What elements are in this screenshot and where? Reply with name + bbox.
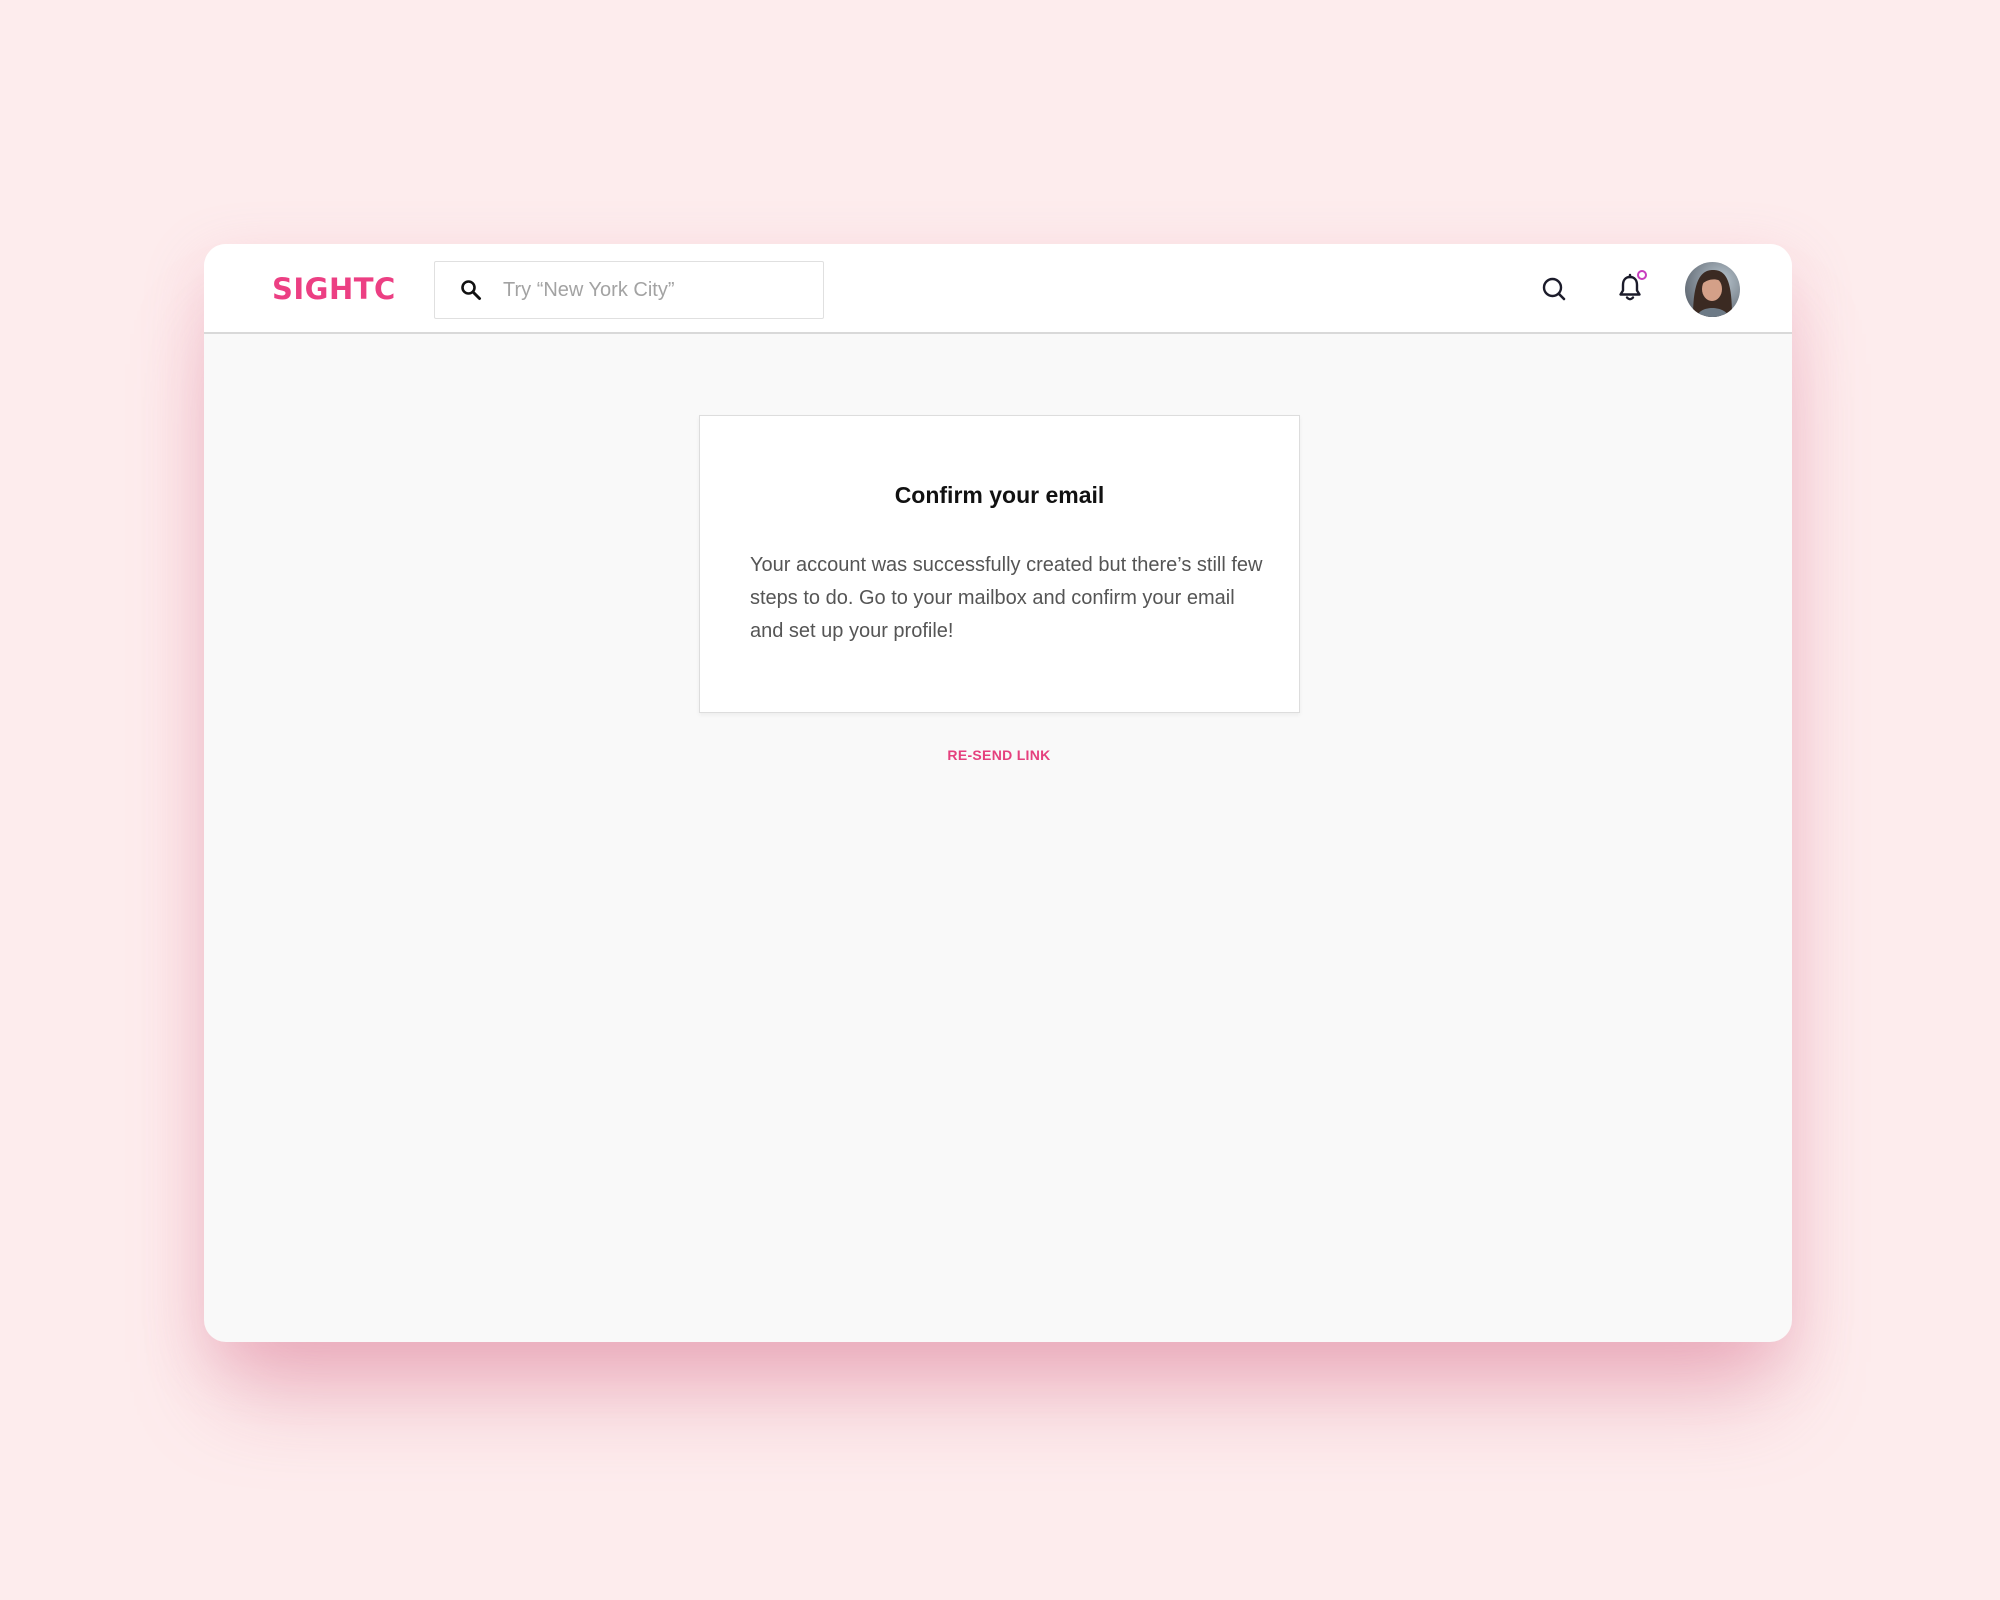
user-avatar-image: [1685, 262, 1740, 317]
app-window: SIGHTC Try “New York City” Confirm your …: [204, 244, 1792, 1342]
confirm-email-card: Confirm your email Your account was succ…: [699, 415, 1300, 713]
notification-badge: [1637, 270, 1647, 280]
search-icon: [461, 280, 481, 300]
search-field[interactable]: [434, 261, 824, 319]
notifications-button[interactable]: [1608, 266, 1652, 310]
resend-link-button[interactable]: RE-SEND LINK: [899, 747, 1099, 763]
top-bar: SIGHTC: [204, 244, 1792, 334]
card-message: Your account was successfully created bu…: [750, 554, 1263, 642]
search-button[interactable]: [1532, 267, 1576, 311]
search-icon: [1542, 277, 1566, 301]
card-title: Confirm your email: [894, 482, 1105, 508]
logo[interactable]: SIGHTC: [272, 269, 396, 309]
search-input[interactable]: [503, 272, 803, 308]
avatar[interactable]: [1685, 262, 1740, 317]
